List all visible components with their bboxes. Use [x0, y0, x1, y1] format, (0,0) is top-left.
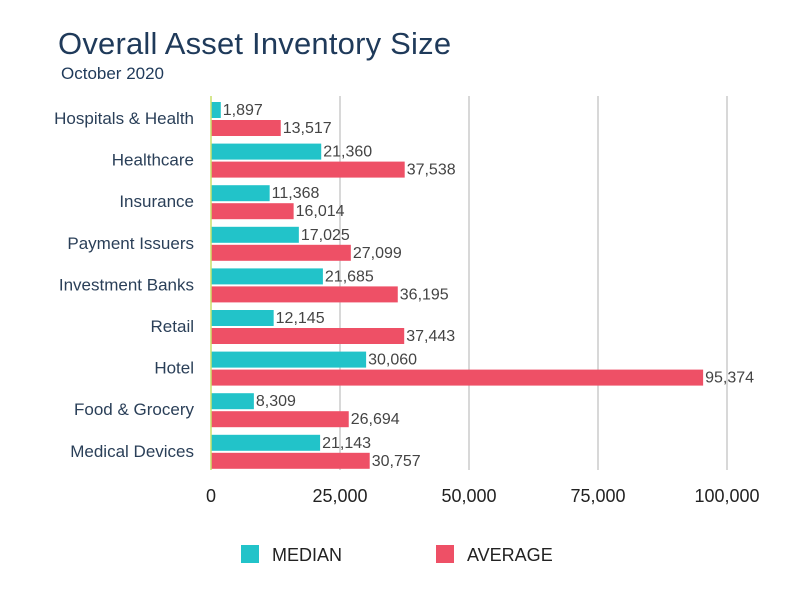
average-bar	[211, 203, 294, 220]
median-bar	[211, 185, 270, 202]
legend-swatch-average	[436, 545, 454, 563]
median-bar	[211, 143, 322, 160]
category-label: Hospitals & Health	[54, 109, 194, 128]
median-bar	[211, 268, 323, 285]
average-bar	[211, 244, 351, 261]
average-value-label: 37,538	[407, 162, 456, 179]
category-label: Investment Banks	[59, 275, 194, 294]
median-value-label: 11,368	[272, 185, 320, 202]
category-label: Hotel	[154, 359, 194, 378]
average-bar	[211, 452, 370, 469]
x-tick-label: 50,000	[441, 486, 496, 506]
median-bar	[211, 102, 221, 118]
legend-label-median: MEDIAN	[272, 545, 342, 565]
average-value-label: 16,014	[296, 203, 345, 220]
x-tick-label: 25,000	[312, 486, 367, 506]
average-value-label: 37,443	[406, 328, 455, 345]
x-tick-label: 0	[206, 486, 216, 506]
x-tick-label: 75,000	[570, 486, 625, 506]
median-value-label: 1,897	[223, 102, 263, 119]
median-bar	[211, 393, 254, 410]
median-bar	[211, 434, 321, 451]
category-label: Retail	[151, 317, 194, 336]
average-value-label: 27,099	[353, 245, 402, 262]
median-value-label: 17,025	[301, 227, 350, 244]
category-label: Healthcare	[112, 151, 194, 170]
legend-swatch-median	[241, 545, 259, 563]
category-label: Medical Devices	[70, 442, 194, 461]
median-value-label: 8,309	[256, 393, 296, 410]
median-value-label: 30,060	[368, 352, 417, 369]
median-value-label: 21,143	[322, 435, 371, 452]
average-value-label: 13,517	[283, 120, 332, 137]
average-bar	[211, 411, 349, 428]
average-bar	[211, 328, 405, 344]
average-value-label: 36,195	[400, 286, 449, 303]
category-label: Insurance	[119, 192, 194, 211]
median-bar	[211, 226, 299, 243]
median-bar	[211, 310, 274, 326]
average-bar	[211, 286, 398, 303]
median-value-label: 12,145	[276, 310, 325, 327]
average-bar	[211, 369, 704, 386]
average-value-label: 95,374	[705, 370, 754, 387]
average-bar	[211, 161, 405, 178]
average-value-label: 30,757	[372, 453, 421, 470]
category-label: Payment Issuers	[67, 234, 194, 253]
category-label: Food & Grocery	[74, 400, 194, 419]
average-bar	[211, 120, 281, 136]
x-tick-label: 100,000	[694, 486, 759, 506]
bar-chart: Hospitals & Health 1,897 13,517 Healthcare 2…	[54, 96, 760, 565]
median-bar	[211, 351, 367, 368]
legend-label-average: AVERAGE	[467, 545, 553, 565]
median-value-label: 21,360	[323, 144, 372, 161]
median-value-label: 21,685	[325, 268, 374, 285]
average-value-label: 26,694	[351, 411, 400, 428]
